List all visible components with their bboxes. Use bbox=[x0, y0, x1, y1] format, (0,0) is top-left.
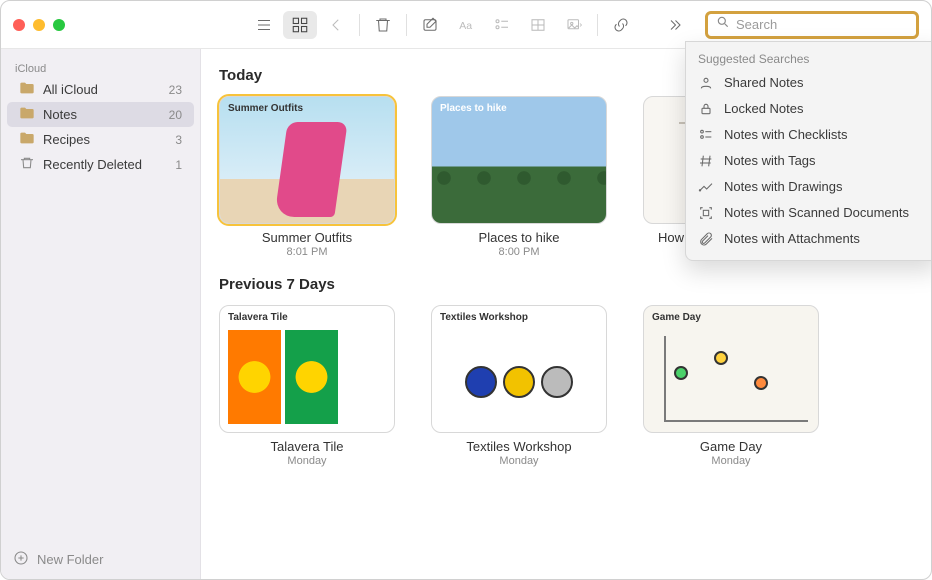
note-card[interactable]: Game Day Game Day Monday bbox=[643, 305, 819, 467]
note-title: Summer Outfits bbox=[262, 230, 352, 245]
link-button[interactable] bbox=[604, 11, 638, 39]
note-subtitle: 8:01 PM bbox=[287, 246, 328, 258]
sidebar-item-recipes[interactable]: Recipes 3 bbox=[7, 127, 194, 152]
note-card[interactable]: Talavera Tile Talavera Tile Monday bbox=[219, 305, 395, 467]
note-thumb-header: Places to hike bbox=[440, 103, 507, 114]
note-title: Places to hike bbox=[479, 230, 560, 245]
note-title: Talavera Tile bbox=[271, 439, 344, 454]
note-title: Textiles Workshop bbox=[466, 439, 571, 454]
back-button[interactable] bbox=[319, 11, 353, 39]
suggestion-attachments[interactable]: Notes with Attachments bbox=[686, 226, 932, 252]
sidebar-item-count: 1 bbox=[175, 158, 182, 172]
note-subtitle: Monday bbox=[499, 455, 538, 467]
note-thumb-header: Game Day bbox=[652, 312, 701, 323]
note-thumbnail: Textiles Workshop bbox=[431, 305, 607, 433]
new-folder-label: New Folder bbox=[37, 552, 103, 567]
gallery-view-button[interactable] bbox=[283, 11, 317, 39]
suggestion-checklists[interactable]: Notes with Checklists bbox=[686, 122, 932, 148]
note-subtitle: Monday bbox=[711, 455, 750, 467]
titlebar: Aa bbox=[1, 1, 931, 49]
toolbar: Aa bbox=[247, 11, 638, 39]
note-title: Game Day bbox=[700, 439, 762, 454]
plus-circle-icon bbox=[13, 550, 29, 569]
note-card[interactable]: Textiles Workshop Textiles Workshop Mond… bbox=[431, 305, 607, 467]
search-icon bbox=[716, 15, 730, 34]
sidebar-item-all-icloud[interactable]: All iCloud 23 bbox=[7, 77, 194, 102]
suggestions-heading: Suggested Searches bbox=[686, 48, 932, 70]
close-window-button[interactable] bbox=[13, 19, 25, 31]
sidebar-item-label: Recently Deleted bbox=[43, 157, 142, 172]
suggestion-drawings[interactable]: Notes with Drawings bbox=[686, 174, 932, 200]
app-window: Aa bbox=[0, 0, 932, 580]
new-folder-button[interactable]: New Folder bbox=[1, 540, 200, 579]
sidebar: iCloud All iCloud 23 Notes 20 Recipes 3 … bbox=[1, 49, 201, 579]
checklist-button[interactable] bbox=[485, 11, 519, 39]
search-suggestions-popover: Suggested Searches Shared Notes Locked N… bbox=[685, 41, 932, 261]
section-heading-previous: Previous 7 Days bbox=[219, 276, 931, 293]
section-previous-grid: Talavera Tile Talavera Tile Monday Texti… bbox=[219, 305, 931, 467]
window-controls bbox=[13, 19, 65, 31]
search-input[interactable] bbox=[736, 17, 912, 32]
svg-text:Aa: Aa bbox=[459, 19, 472, 31]
note-thumbnail: Talavera Tile bbox=[219, 305, 395, 433]
sidebar-item-count: 3 bbox=[175, 133, 182, 147]
delete-button[interactable] bbox=[366, 11, 400, 39]
folder-icon bbox=[19, 81, 35, 98]
suggestion-locked-notes[interactable]: Locked Notes bbox=[686, 96, 932, 122]
sidebar-item-recently-deleted[interactable]: Recently Deleted 1 bbox=[7, 152, 194, 177]
note-thumbnail: Summer Outfits bbox=[219, 96, 395, 224]
note-card[interactable]: Places to hike Places to hike 8:00 PM bbox=[431, 96, 607, 258]
media-button[interactable] bbox=[557, 11, 591, 39]
note-thumbnail: Places to hike bbox=[431, 96, 607, 224]
suggestion-tags[interactable]: Notes with Tags bbox=[686, 148, 932, 174]
table-button[interactable] bbox=[521, 11, 555, 39]
trash-icon bbox=[19, 156, 35, 173]
note-thumbnail: Game Day bbox=[643, 305, 819, 433]
folder-icon bbox=[19, 106, 35, 123]
note-thumb-header: Talavera Tile bbox=[228, 312, 288, 323]
sidebar-item-label: Notes bbox=[43, 107, 77, 122]
suggestion-scanned[interactable]: Notes with Scanned Documents bbox=[686, 200, 932, 226]
note-subtitle: 8:00 PM bbox=[499, 246, 540, 258]
sidebar-section-heading: iCloud bbox=[1, 57, 200, 77]
minimize-window-button[interactable] bbox=[33, 19, 45, 31]
sidebar-item-count: 20 bbox=[169, 108, 182, 122]
sidebar-item-count: 23 bbox=[169, 83, 182, 97]
list-view-button[interactable] bbox=[247, 11, 281, 39]
note-thumb-header: Summer Outfits bbox=[228, 103, 303, 114]
zoom-window-button[interactable] bbox=[53, 19, 65, 31]
format-button[interactable]: Aa bbox=[449, 11, 483, 39]
suggestion-shared-notes[interactable]: Shared Notes bbox=[686, 70, 932, 96]
search-field[interactable] bbox=[705, 11, 919, 39]
search-container: Suggested Searches Shared Notes Locked N… bbox=[705, 11, 919, 39]
note-thumb-header: Textiles Workshop bbox=[440, 312, 528, 323]
note-card[interactable]: Summer Outfits Summer Outfits 8:01 PM bbox=[219, 96, 395, 258]
toolbar-overflow-button[interactable] bbox=[657, 11, 691, 39]
sidebar-item-label: All iCloud bbox=[43, 82, 98, 97]
new-note-button[interactable] bbox=[413, 11, 447, 39]
folder-icon bbox=[19, 131, 35, 148]
sidebar-item-label: Recipes bbox=[43, 132, 90, 147]
sidebar-item-notes[interactable]: Notes 20 bbox=[7, 102, 194, 127]
note-subtitle: Monday bbox=[287, 455, 326, 467]
